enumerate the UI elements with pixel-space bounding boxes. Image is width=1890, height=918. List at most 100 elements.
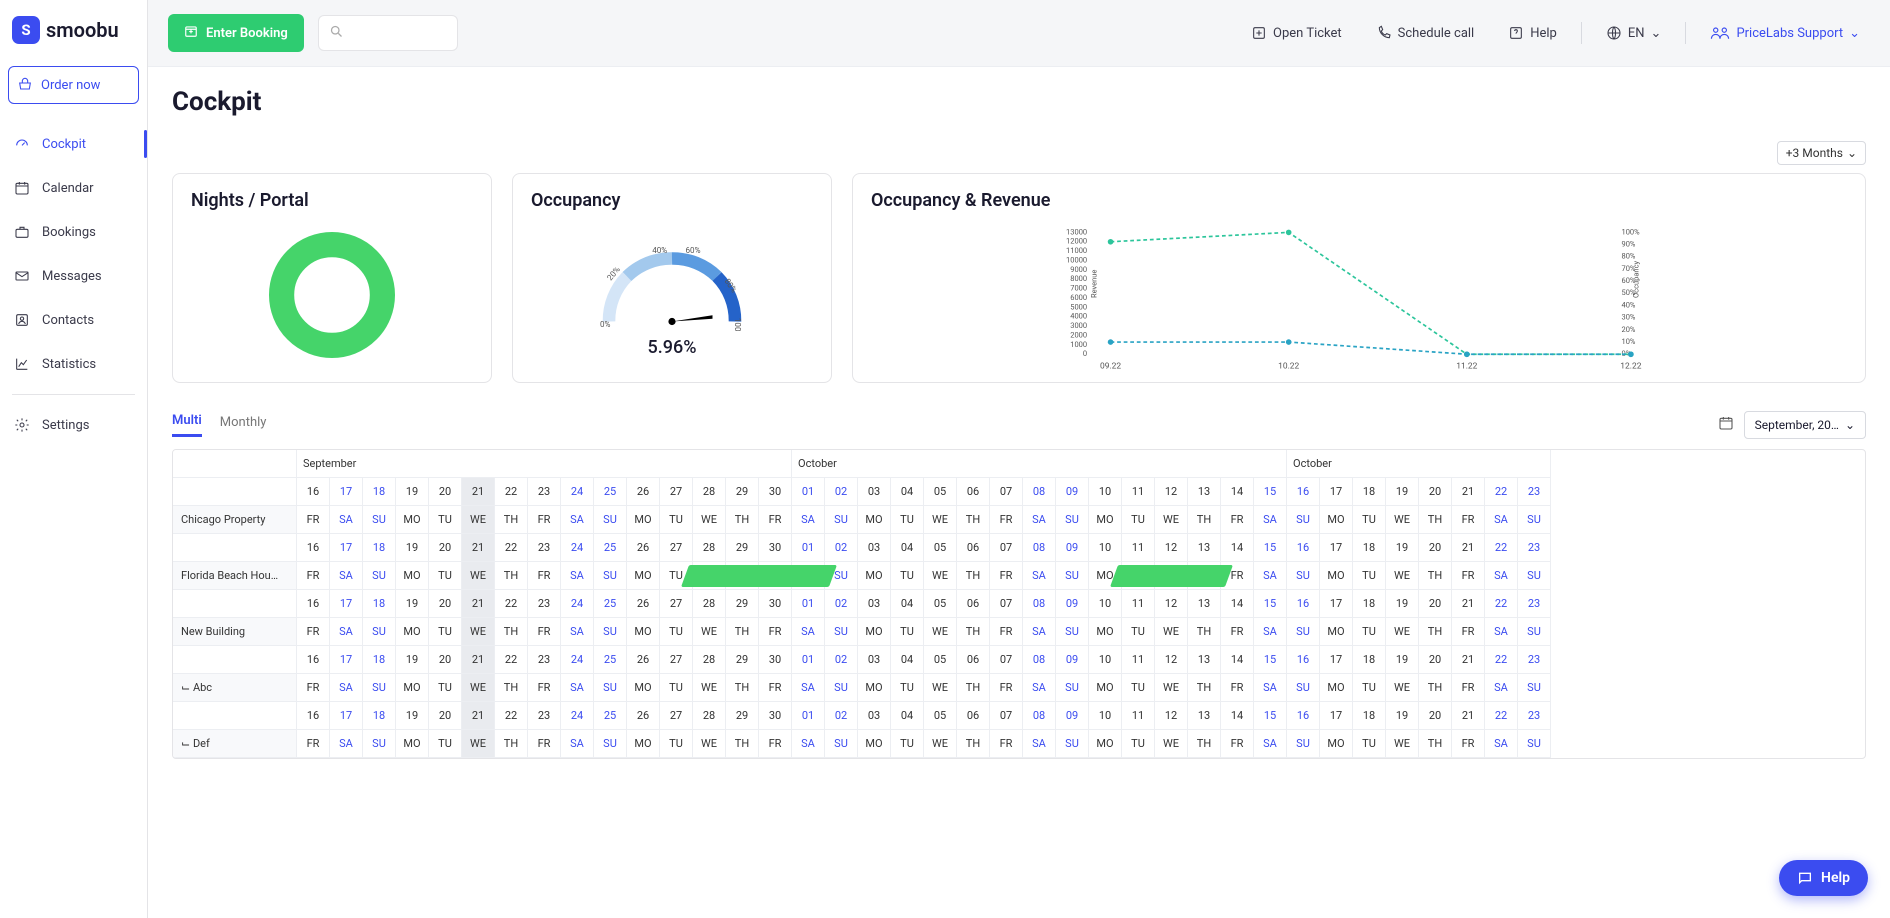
calendar-cell[interactable]: 10 (1089, 534, 1122, 562)
calendar-cell[interactable]: 20 (1419, 534, 1452, 562)
calendar-cell[interactable]: MO (627, 562, 660, 590)
calendar-cell[interactable]: 05 (924, 590, 957, 618)
calendar-cell[interactable]: 16 (297, 590, 330, 618)
calendar-cell[interactable]: 01 (792, 590, 825, 618)
calendar-cell[interactable]: 16 (1287, 702, 1320, 730)
calendar-cell[interactable]: 11 (1122, 646, 1155, 674)
calendar-cell[interactable]: WE (462, 674, 495, 702)
calendar-cell[interactable]: TH (1188, 618, 1221, 646)
property-name[interactable]: New Building (173, 618, 297, 646)
calendar-cell[interactable]: 23 (528, 590, 561, 618)
calendar-cell[interactable]: SA (561, 562, 594, 590)
calendar-cell[interactable]: 16 (1287, 534, 1320, 562)
calendar-cell[interactable]: 11 (1122, 478, 1155, 506)
calendar-cell[interactable]: SU (1518, 562, 1551, 590)
calendar-cell[interactable]: 02 (825, 478, 858, 506)
calendar-cell[interactable]: TU (429, 562, 462, 590)
calendar-cell[interactable]: SU (363, 562, 396, 590)
calendar-cell[interactable]: MO (1320, 562, 1353, 590)
calendar-cell[interactable]: MO (1320, 674, 1353, 702)
calendar-cell[interactable]: 26 (627, 534, 660, 562)
calendar-cell[interactable]: 05 (924, 478, 957, 506)
calendar-cell[interactable]: 14 (1221, 646, 1254, 674)
calendar-cell[interactable]: TH (1419, 674, 1452, 702)
calendar-grid[interactable]: SeptemberOctoberOctober16171819202122232… (172, 449, 1866, 759)
calendar-cell[interactable]: 30 (759, 478, 792, 506)
calendar-cell[interactable]: FR (528, 674, 561, 702)
calendar-cell[interactable]: WE (693, 618, 726, 646)
calendar-cell[interactable]: WE (1155, 506, 1188, 534)
calendar-cell[interactable]: TH (1188, 730, 1221, 758)
calendar-cell[interactable]: 03 (858, 590, 891, 618)
calendar-cell[interactable]: 11 (1122, 534, 1155, 562)
calendar-cell[interactable]: FR (528, 618, 561, 646)
calendar-cell[interactable]: MO (627, 618, 660, 646)
calendar-cell[interactable]: 09 (1056, 702, 1089, 730)
calendar-cell[interactable]: 10 (1089, 702, 1122, 730)
calendar-cell[interactable]: 22 (495, 702, 528, 730)
calendar-cell[interactable]: 26 (627, 478, 660, 506)
calendar-cell[interactable]: SU (825, 730, 858, 758)
calendar-cell[interactable]: FR (990, 674, 1023, 702)
calendar-cell[interactable]: SU (594, 674, 627, 702)
calendar-cell[interactable]: 13 (1188, 534, 1221, 562)
calendar-cell[interactable]: 30 (759, 646, 792, 674)
calendar-cell[interactable]: WE (1386, 562, 1419, 590)
calendar-cell[interactable]: 14 (1221, 590, 1254, 618)
calendar-cell[interactable]: 18 (1353, 534, 1386, 562)
calendar-cell[interactable]: SA (330, 674, 363, 702)
calendar-cell[interactable]: 04 (891, 534, 924, 562)
brand-logo[interactable]: S smoobu (0, 12, 147, 62)
calendar-cell[interactable]: SU (594, 730, 627, 758)
calendar-cell[interactable]: 30 (759, 702, 792, 730)
tab-multi[interactable]: Multi (172, 413, 202, 437)
calendar-cell[interactable]: 04 (891, 702, 924, 730)
calendar-cell[interactable]: 09 (1056, 646, 1089, 674)
calendar-cell[interactable]: MO (396, 506, 429, 534)
calendar-cell[interactable]: 21 (462, 590, 495, 618)
calendar-cell[interactable]: 17 (1320, 702, 1353, 730)
sidebar-item-calendar[interactable]: Calendar (0, 166, 147, 210)
calendar-cell[interactable]: 29 (726, 702, 759, 730)
calendar-cell[interactable]: 06 (957, 702, 990, 730)
calendar-cell[interactable]: TH (726, 618, 759, 646)
calendar-cell[interactable]: SU (1518, 506, 1551, 534)
calendar-cell[interactable]: 02 (825, 590, 858, 618)
property-name[interactable]: ⌙ Def (173, 730, 297, 758)
calendar-cell[interactable]: TU (429, 506, 462, 534)
calendar-cell[interactable]: 28 (693, 478, 726, 506)
calendar-cell[interactable]: 14 (1221, 478, 1254, 506)
calendar-cell[interactable]: 09 (1056, 590, 1089, 618)
property-name[interactable]: Florida Beach Hou… (173, 562, 297, 590)
calendar-cell[interactable]: 23 (1518, 590, 1551, 618)
calendar-cell[interactable]: 23 (1518, 702, 1551, 730)
booking-bar[interactable] (1110, 565, 1233, 587)
calendar-cell[interactable]: 23 (1518, 478, 1551, 506)
calendar-cell[interactable]: TU (660, 506, 693, 534)
calendar-cell[interactable]: FR (1452, 506, 1485, 534)
calendar-cell[interactable]: MO (858, 674, 891, 702)
calendar-cell[interactable]: SA (792, 730, 825, 758)
calendar-cell[interactable]: TH (495, 506, 528, 534)
calendar-cell[interactable]: 21 (462, 478, 495, 506)
help-bubble-button[interactable]: Help (1779, 860, 1868, 896)
calendar-cell[interactable]: WE (693, 730, 726, 758)
calendar-cell[interactable]: TH (1188, 506, 1221, 534)
calendar-cell[interactable]: FR (1452, 562, 1485, 590)
calendar-cell[interactable]: WE (462, 562, 495, 590)
calendar-icon[interactable] (1718, 415, 1734, 435)
calendar-cell[interactable]: SU (594, 618, 627, 646)
calendar-cell[interactable]: 18 (363, 478, 396, 506)
calendar-cell[interactable]: 05 (924, 646, 957, 674)
calendar-cell[interactable]: 22 (1485, 702, 1518, 730)
calendar-cell[interactable]: 29 (726, 478, 759, 506)
calendar-cell[interactable]: SA (330, 618, 363, 646)
calendar-cell[interactable]: 27 (660, 478, 693, 506)
calendar-cell[interactable]: 13 (1188, 590, 1221, 618)
calendar-cell[interactable]: SA (1023, 618, 1056, 646)
calendar-cell[interactable]: SA (792, 506, 825, 534)
calendar-cell[interactable]: WE (462, 506, 495, 534)
calendar-cell[interactable]: TU (660, 618, 693, 646)
calendar-cell[interactable]: 23 (1518, 534, 1551, 562)
calendar-cell[interactable]: 06 (957, 590, 990, 618)
